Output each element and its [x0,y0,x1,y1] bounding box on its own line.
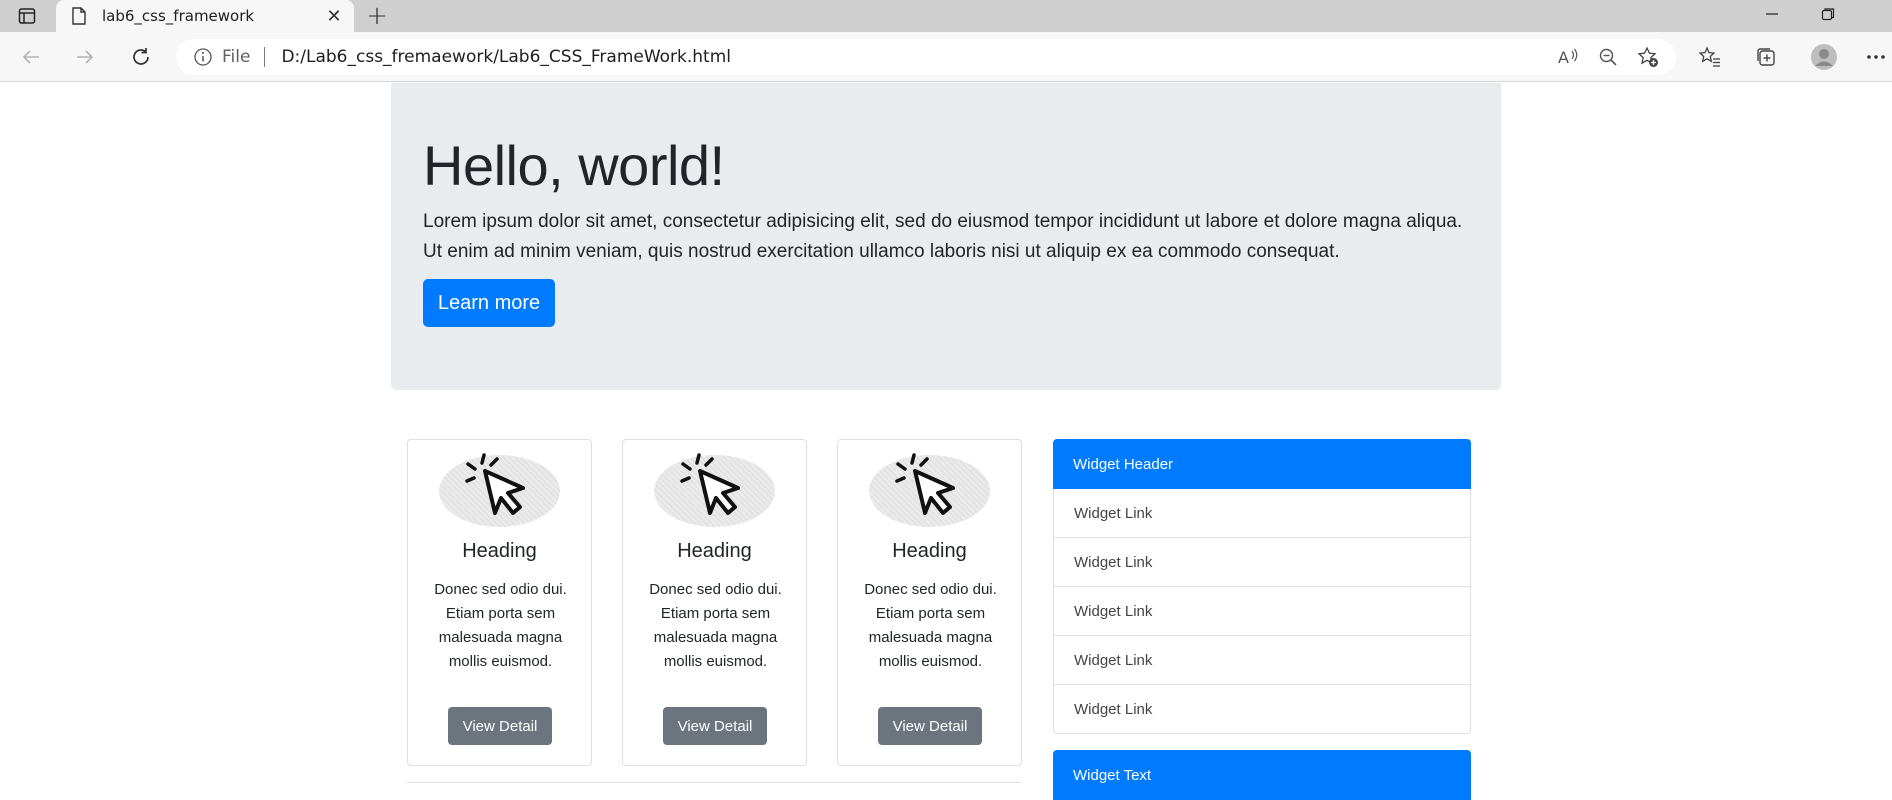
widget-link[interactable]: Widget Link [1053,538,1471,587]
address-separator [264,47,266,67]
widget-header: Widget Header [1053,439,1471,489]
view-detail-button[interactable]: View Detail [663,707,767,745]
svg-text:A: A [1558,48,1569,67]
tab-close-icon[interactable]: ✕ [320,2,348,30]
card-heading: Heading [892,540,967,562]
card-image [654,453,775,527]
feature-card: Heading Donec sed odio dui. Etiam porta … [407,439,592,766]
address-scheme: File [222,47,251,67]
jumbotron-text: Lorem ipsum dolor sit amet, consectetur … [423,211,1463,262]
card-image [439,453,560,527]
refresh-icon[interactable] [124,41,158,73]
address-bar[interactable]: File D:/Lab6_css_fremaework/Lab6_CSS_Fra… [176,39,1676,75]
view-detail-button[interactable]: View Detail [878,707,982,745]
forward-icon[interactable] [68,41,102,73]
view-detail-button[interactable]: View Detail [448,707,552,745]
tab-title: lab6_css_framework [102,7,255,25]
card-text: Donec sed odio dui. Etiam porta sem male… [864,581,997,670]
card-heading: Heading [677,540,752,562]
browser-toolbar: File D:/Lab6_css_fremaework/Lab6_CSS_Fra… [0,32,1892,82]
page-file-icon [70,7,88,25]
tab-actions-icon [18,8,36,24]
address-url[interactable]: D:/Lab6_css_fremaework/Lab6_CSS_FrameWor… [281,47,1548,67]
zoom-out-icon[interactable] [1588,41,1628,73]
widget-list: Widget Header Widget Link Widget Link Wi… [1053,439,1471,734]
favorites-icon[interactable] [1690,41,1730,73]
cursor-click-icon [465,453,525,515]
collections-icon[interactable] [1746,41,1786,73]
feature-card: Heading Donec sed odio dui. Etiam porta … [837,439,1022,766]
add-favorite-icon[interactable] [1628,41,1668,73]
read-aloud-icon[interactable]: A [1548,41,1588,73]
widget-text-header: Widget Text [1053,750,1471,800]
more-options-icon[interactable] [1860,41,1892,73]
card-text: Donec sed odio dui. Etiam porta sem male… [434,581,567,670]
site-info-icon[interactable] [192,46,214,68]
tab-strip: lab6_css_framework ✕ + [0,0,1892,32]
back-icon[interactable] [14,41,48,73]
learn-more-button[interactable]: Learn more [423,279,555,327]
cursor-click-icon [680,453,740,515]
jumbotron: Hello, world! Lorem ipsum dolor sit amet… [391,83,1501,390]
card-heading: Heading [462,540,537,562]
content-divider [407,782,1021,783]
profile-avatar-icon[interactable] [1804,41,1844,73]
jumbotron-title: Hello, world! [423,134,725,197]
page-content: Hello, world! Lorem ipsum dolor sit amet… [0,83,1892,800]
widget-link[interactable]: Widget Link [1053,685,1471,734]
new-tab-button[interactable]: + [362,1,392,31]
widget-link[interactable]: Widget Link [1053,587,1471,636]
browser-tab-active[interactable]: lab6_css_framework ✕ [56,0,354,32]
restore-icon[interactable] [1800,0,1856,28]
cursor-click-icon [895,453,955,515]
tab-actions-button[interactable] [8,3,46,29]
widget-link[interactable]: Widget Link [1053,636,1471,685]
widget-link[interactable]: Widget Link [1053,489,1471,538]
minimize-icon[interactable] [1744,0,1800,28]
card-image [869,453,990,527]
feature-card: Heading Donec sed odio dui. Etiam porta … [622,439,807,766]
card-text: Donec sed odio dui. Etiam porta sem male… [649,581,782,670]
